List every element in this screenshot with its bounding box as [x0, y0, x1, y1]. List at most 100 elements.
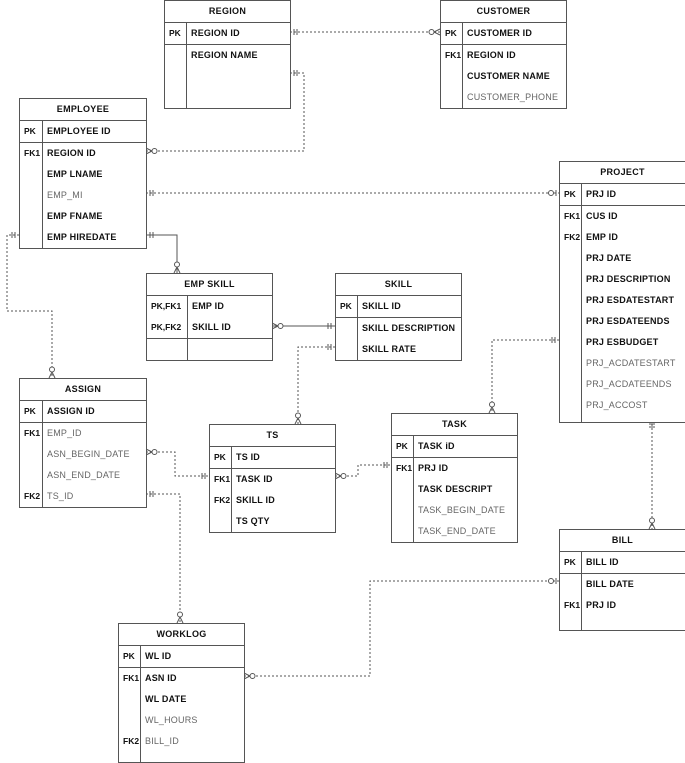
- field-row[interactable]: SKILL DESCRIPTION: [336, 318, 461, 339]
- field-row[interactable]: PK BILL ID: [560, 552, 685, 573]
- key-label: [392, 500, 413, 521]
- field-row[interactable]: PK CUSTOMER ID: [441, 23, 566, 44]
- key-label: [119, 710, 140, 731]
- key-label: PK: [169, 28, 181, 38]
- field-row[interactable]: PRJ ESDATEENDS: [560, 311, 685, 332]
- key-label: [20, 164, 42, 185]
- entity-project[interactable]: PROJECT PK PRJ ID FK1 CUS ID FK2 EMP ID PRJ DAT…: [559, 161, 685, 423]
- entity-skill[interactable]: SKILL PK SKILL ID SKILL DESCRIPTION SKILL RA…: [335, 273, 462, 361]
- field-row[interactable]: EMP FNAME: [20, 206, 146, 227]
- field-row[interactable]: PK TASK iD: [392, 436, 517, 457]
- field-name: TS QTY: [236, 516, 270, 526]
- field-row[interactable]: FK1 TASK ID: [210, 469, 335, 490]
- field-row[interactable]: FK2 SKILL ID: [210, 490, 335, 511]
- field-row[interactable]: FK1 EMP_ID: [20, 423, 146, 444]
- entity-bill[interactable]: BILL PK BILL ID BILL DATE FK1 PRJ ID: [559, 529, 685, 631]
- entity-empskill[interactable]: EMP SKILL PK,FK1 EMP ID PK,FK2 SKILL ID: [146, 273, 273, 361]
- field-row[interactable]: TS QTY: [210, 511, 335, 532]
- key-column-divider: [581, 206, 582, 422]
- key-label: [560, 574, 581, 595]
- field-row[interactable]: TASK_END_DATE: [392, 521, 517, 542]
- field-row[interactable]: PK REGION ID: [165, 23, 290, 44]
- field-row[interactable]: CUSTOMER_PHONE: [441, 87, 566, 108]
- entity-task[interactable]: TASK PK TASK iD FK1 PRJ ID TASK DESCRIPT TASK_…: [391, 413, 518, 543]
- field-row[interactable]: FK1 REGION ID: [441, 45, 566, 66]
- fields-section: REGION NAME: [165, 45, 290, 108]
- key-label: [560, 353, 581, 374]
- key-label: FK2: [24, 491, 41, 501]
- key-label: [20, 227, 42, 248]
- field-row[interactable]: PK ASSIGN ID: [20, 401, 146, 422]
- field-row[interactable]: FK1 PRJ ID: [560, 595, 685, 616]
- key-label: FK1: [24, 148, 41, 158]
- field-row[interactable]: FK1 REGION ID: [20, 143, 146, 164]
- field-name: TASK iD: [418, 441, 455, 451]
- field-row[interactable]: WL DATE: [119, 689, 244, 710]
- field-row[interactable]: PK EMPLOYEE ID: [20, 121, 146, 142]
- field-name: CUSTOMER_PHONE: [467, 92, 559, 102]
- field-name: EMP ID: [192, 301, 225, 311]
- field-row[interactable]: ASN_END_DATE: [20, 465, 146, 486]
- field-row[interactable]: PK,FK2 SKILL ID: [147, 317, 272, 338]
- field-name: REGION NAME: [191, 50, 258, 60]
- field-name: EMPLOYEE ID: [47, 126, 111, 136]
- field-row[interactable]: PK SKILL ID: [336, 296, 461, 317]
- field-row[interactable]: REGION NAME: [165, 45, 290, 66]
- key-column-divider: [581, 184, 582, 205]
- entity-customer[interactable]: CUSTOMER PK CUSTOMER ID FK1 REGION ID CUSTOME…: [440, 0, 567, 109]
- entity-employee[interactable]: EMPLOYEE PK EMPLOYEE ID FK1 REGION ID EMP LNA…: [19, 98, 147, 249]
- entity-worklog[interactable]: WORKLOG PK WL ID FK1 ASN ID WL DATE WL_HOURS FK…: [118, 623, 245, 763]
- field-row[interactable]: PRJ ESBUDGET: [560, 332, 685, 353]
- field-row[interactable]: PRJ DESCRIPTION: [560, 269, 685, 290]
- key-column-divider: [42, 423, 43, 507]
- field-row[interactable]: PK WL ID: [119, 646, 244, 667]
- field-row[interactable]: CUSTOMER NAME: [441, 66, 566, 87]
- field-row[interactable]: TASK DESCRIPT: [392, 479, 517, 500]
- field-row[interactable]: FK1 ASN ID: [119, 668, 244, 689]
- fields-section: FK1 EMP_ID ASN_BEGIN_DATE ASN_END_DATE FK2 TS…: [20, 423, 146, 507]
- field-row[interactable]: TASK_BEGIN_DATE: [392, 500, 517, 521]
- key-label: PK: [24, 126, 36, 136]
- field-name: PRJ DESCRIPTION: [586, 274, 671, 284]
- primary-key-section: PK,FK1 EMP ID PK,FK2 SKILL ID: [147, 296, 272, 338]
- key-label: [336, 318, 357, 339]
- field-row[interactable]: PK PRJ ID: [560, 184, 685, 205]
- field-row[interactable]: FK2 EMP ID: [560, 227, 685, 248]
- field-row[interactable]: BILL DATE: [560, 574, 685, 595]
- field-row[interactable]: EMP HIREDATE: [20, 227, 146, 248]
- field-row[interactable]: PRJ DATE: [560, 248, 685, 269]
- rel-assign-ts: [146, 451, 209, 477]
- field-row[interactable]: FK2 BILL_ID: [119, 731, 244, 752]
- field-row[interactable]: ASN_BEGIN_DATE: [20, 444, 146, 465]
- field-row[interactable]: PRJ_ACCOST: [560, 395, 685, 416]
- entity-title: CUSTOMER: [441, 1, 566, 23]
- field-row[interactable]: FK1 CUS ID: [560, 206, 685, 227]
- key-column-divider: [186, 23, 187, 44]
- primary-key-section: PK EMPLOYEE ID: [20, 121, 146, 143]
- field-row[interactable]: FK1 PRJ ID: [392, 458, 517, 479]
- key-label: PK: [396, 441, 408, 451]
- key-label: [392, 479, 413, 500]
- field-row[interactable]: PRJ ESDATESTART: [560, 290, 685, 311]
- key-label: FK1: [24, 428, 41, 438]
- key-column-divider: [231, 469, 232, 532]
- key-label: PK,FK1: [151, 301, 182, 311]
- field-row[interactable]: FK2 TS_ID: [20, 486, 146, 507]
- field-name: EMP FNAME: [47, 211, 103, 221]
- field-row[interactable]: SKILL RATE: [336, 339, 461, 360]
- field-row[interactable]: WL_HOURS: [119, 710, 244, 731]
- field-name: REGION ID: [467, 50, 516, 60]
- entity-assign[interactable]: ASSIGN PK ASSIGN ID FK1 EMP_ID ASN_BEGIN_DATE…: [19, 378, 147, 508]
- field-row[interactable]: PRJ_ACDATESTART: [560, 353, 685, 374]
- key-column-divider: [357, 318, 358, 360]
- field-row[interactable]: PK,FK1 EMP ID: [147, 296, 272, 317]
- fields-section: FK1 PRJ ID TASK DESCRIPT TASK_BEGIN_DATE TAS…: [392, 458, 517, 542]
- field-row[interactable]: EMP_MI: [20, 185, 146, 206]
- entity-title: EMP SKILL: [147, 274, 272, 296]
- entity-region[interactable]: REGION PK REGION ID REGION NAME: [164, 0, 291, 109]
- entity-ts[interactable]: TS PK TS ID FK1 TASK ID FK2 SKILL ID TS QTY: [209, 424, 336, 533]
- field-row[interactable]: EMP LNAME: [20, 164, 146, 185]
- field-row[interactable]: PRJ_ACDATEENDS: [560, 374, 685, 395]
- field-row[interactable]: PK TS ID: [210, 447, 335, 468]
- key-column-divider: [413, 436, 414, 457]
